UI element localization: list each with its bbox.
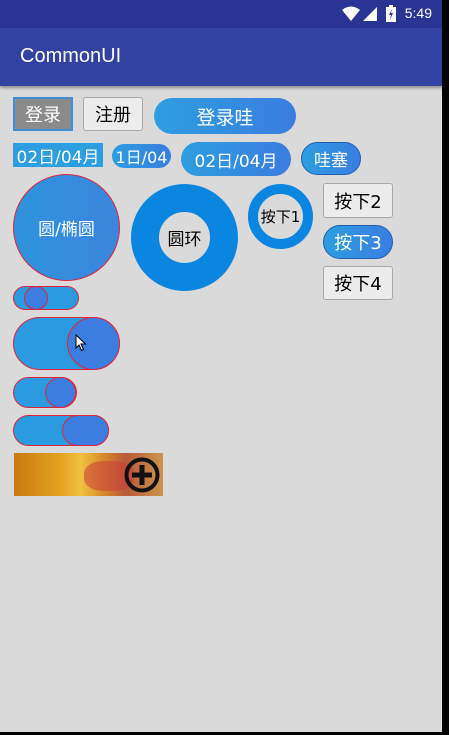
register-button[interactable]: 注册	[83, 97, 143, 131]
switch-knob	[62, 415, 109, 446]
screen: 5:49 CommonUI 登录 注册 登录哇 02日/04月 1日/04 02…	[0, 0, 442, 732]
press2-button[interactable]: 按下2	[323, 183, 393, 218]
oval-circle[interactable]: 圆/椭圆	[13, 174, 120, 281]
date-button-3[interactable]: 02日/04月	[181, 142, 291, 176]
press1-ring[interactable]: 按下1	[248, 184, 313, 249]
battery-icon	[386, 5, 396, 22]
switch-large[interactable]	[13, 317, 120, 370]
register-button-label: 注册	[95, 105, 131, 126]
status-bar: 5:49	[0, 0, 442, 28]
switch-knob	[45, 377, 76, 408]
press3-button[interactable]: 按下3	[323, 225, 393, 259]
login-wa-button-label: 登录哇	[196, 106, 254, 129]
switch-medium-1[interactable]	[13, 377, 77, 408]
wasai-button[interactable]: 哇塞	[301, 142, 361, 175]
date-label-2[interactable]: 1日/04	[112, 144, 171, 168]
login-button[interactable]: 登录	[13, 97, 73, 131]
switch-medium-2[interactable]	[13, 415, 109, 446]
status-time: 5:49	[404, 5, 432, 21]
app-title: CommonUI	[20, 45, 122, 67]
app-bar: CommonUI	[0, 28, 442, 86]
login-wa-button[interactable]: 登录哇	[154, 98, 296, 134]
press4-button[interactable]: 按下4	[323, 266, 393, 300]
plus-circle-icon[interactable]	[123, 456, 161, 494]
wifi-icon	[342, 6, 360, 21]
switch-knob	[24, 286, 48, 310]
switch-small[interactable]	[13, 286, 79, 310]
ring-circle[interactable]: 圆环	[131, 184, 238, 291]
signal-icon	[363, 7, 377, 21]
cursor-icon	[75, 334, 87, 352]
thumbnail-image[interactable]	[14, 453, 163, 496]
date-label-1[interactable]: 02日/04月	[13, 143, 103, 168]
login-button-label: 登录	[25, 105, 61, 126]
